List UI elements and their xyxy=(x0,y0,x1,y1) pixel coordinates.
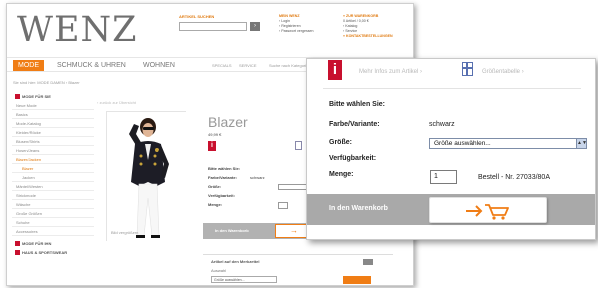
category-sidebar: MODE FÜR SIE Neue Mode Basics Mode-Katal… xyxy=(12,92,94,257)
mini-cart-label: In den Warenkorb xyxy=(215,228,249,233)
mini-color-value: schwarz xyxy=(250,175,265,180)
sidebar-subitem[interactable]: Jacken xyxy=(12,173,94,182)
nav-schmuck-uhren[interactable]: SCHMUCK & UHREN xyxy=(57,60,126,71)
wishlist-icon[interactable] xyxy=(363,259,373,265)
search-input[interactable] xyxy=(179,22,247,31)
wishlist-sub: Auswahl xyxy=(211,268,227,273)
mini-size-select[interactable] xyxy=(278,184,308,190)
zoom-link[interactable]: Bild vergrößern xyxy=(111,230,138,235)
add-to-cart-label: In den Warenkorb xyxy=(329,205,388,212)
panel-top-bar: i Mehr Infos zum Artikel › Größentabelle… xyxy=(307,59,595,90)
sidebar-item[interactable]: Blusen/Shirts xyxy=(12,137,94,146)
mini-form-labels: Bitte wählen Sie: Farbe/Variante: Größe:… xyxy=(208,164,240,209)
choose-heading: Bitte wählen Sie: xyxy=(329,101,386,108)
mini-form-values: schwarz xyxy=(250,164,265,182)
account-links: MEIN WENZ › Login › Registrieren › Passw… xyxy=(279,14,314,34)
sidebar-item-selected[interactable]: Blazer/Jacken xyxy=(12,155,94,164)
wishlist-box: Artikel auf den Merkzettel Auswahl Größe… xyxy=(203,254,393,284)
sidebar-item[interactable]: Schuhe xyxy=(12,218,94,227)
sidebar-item[interactable]: Große Größen xyxy=(12,209,94,218)
availability-label: Verfügbarkeit: xyxy=(329,155,377,162)
mini-label: Verfügbarkeit: xyxy=(208,193,235,198)
mini-label: Menge: xyxy=(208,202,222,207)
add-to-cart-button[interactable] xyxy=(429,197,547,223)
zoomed-order-panel: i Mehr Infos zum Artikel › Größentabelle… xyxy=(306,58,596,240)
password-link[interactable]: › Passwort vergessen xyxy=(279,29,314,34)
wishlist-size-select[interactable]: Größe auswählen... xyxy=(211,276,277,283)
cart-summary: » ZUR WARENKORB 0 Artikel / 0,00 € › Kat… xyxy=(343,14,393,39)
sidebar-item[interactable]: Mode-Katalog xyxy=(12,119,94,128)
sidebar-subitem-selected[interactable]: Blazer xyxy=(12,164,94,173)
wenz-logo[interactable]: WENZ xyxy=(17,10,137,50)
order-number: Bestell - Nr. 27033/80A xyxy=(478,174,550,181)
sidebar-head-sportswear[interactable]: HAUS & SPORTSWEAR xyxy=(12,248,94,257)
breadcrumb: Sie sind hier: MODE DAMEN › Blazer xyxy=(13,80,80,85)
contact-order-link[interactable]: » KONTAKTBESTELLUNGEN xyxy=(343,34,393,39)
info-logo-icon[interactable]: i xyxy=(328,60,342,80)
sidebar-head-men[interactable]: MODE FÜR IHN xyxy=(12,239,94,248)
mini-label: Bitte wählen Sie: xyxy=(208,166,241,171)
size-select-value: Größe auswählen... xyxy=(434,140,491,147)
back-link[interactable]: ‹ zurück zur Übersicht xyxy=(97,100,136,105)
nav-service[interactable]: SERVICE xyxy=(239,62,257,69)
size-table-icon[interactable] xyxy=(462,62,473,76)
size-label: Größe: xyxy=(329,139,352,146)
sidebar-item[interactable]: Mäntel/Westen xyxy=(12,182,94,191)
model-in-blazer-image xyxy=(107,112,187,242)
size-table-link[interactable]: Größentabelle › xyxy=(482,69,524,75)
wishlist-button[interactable] xyxy=(343,276,371,284)
dropdown-arrow-icon[interactable]: ▲▼ xyxy=(576,139,587,148)
sidebar-head-women[interactable]: MODE FÜR SIE xyxy=(12,92,94,101)
sidebar-item[interactable]: Kleider/Röcke xyxy=(12,128,94,137)
color-label: Farbe/Variante: xyxy=(329,121,380,128)
sidebar-item[interactable]: Accessoires xyxy=(12,227,94,236)
mini-qty-input[interactable] xyxy=(278,202,288,209)
nav-mode[interactable]: MODE xyxy=(13,60,44,71)
color-value: schwarz xyxy=(429,121,455,128)
arrow-to-cart-icon xyxy=(466,204,509,220)
more-info-link[interactable]: Mehr Infos zum Artikel › xyxy=(359,69,422,75)
mini-label: Größe: xyxy=(208,184,222,189)
sidebar-item[interactable]: Wäsche xyxy=(12,200,94,209)
nav-extra[interactable]: Suche nach Kategorie xyxy=(269,62,308,69)
product-image-frame[interactable] xyxy=(106,111,187,242)
search-label: ARTIKEL SUCHEN xyxy=(179,14,215,19)
product-price: 49,99 € xyxy=(208,132,222,137)
info-logo[interactable]: i xyxy=(208,141,216,151)
sidebar-item[interactable]: Hosen/Jeans xyxy=(12,146,94,155)
mini-label: Farbe/Variante: xyxy=(208,175,237,180)
sidebar-item[interactable]: Neue Mode xyxy=(12,101,94,110)
search-button[interactable]: › xyxy=(250,22,260,31)
nav-wohnen[interactable]: WOHNEN xyxy=(143,60,175,71)
quantity-label: Menge: xyxy=(329,171,354,178)
size-select[interactable]: Größe auswählen... ▲▼ xyxy=(429,138,587,149)
wishlist-title: Artikel auf den Merkzettel xyxy=(211,259,260,264)
nav-specials[interactable]: SPECIALS xyxy=(212,62,232,69)
size-table-icon[interactable] xyxy=(295,141,302,150)
divider xyxy=(323,88,581,89)
sidebar-item[interactable]: Strickmode xyxy=(12,191,94,200)
product-title: Blazer xyxy=(208,114,248,130)
quantity-input[interactable]: 1 xyxy=(430,170,457,184)
sidebar-item[interactable]: Basics xyxy=(12,110,94,119)
